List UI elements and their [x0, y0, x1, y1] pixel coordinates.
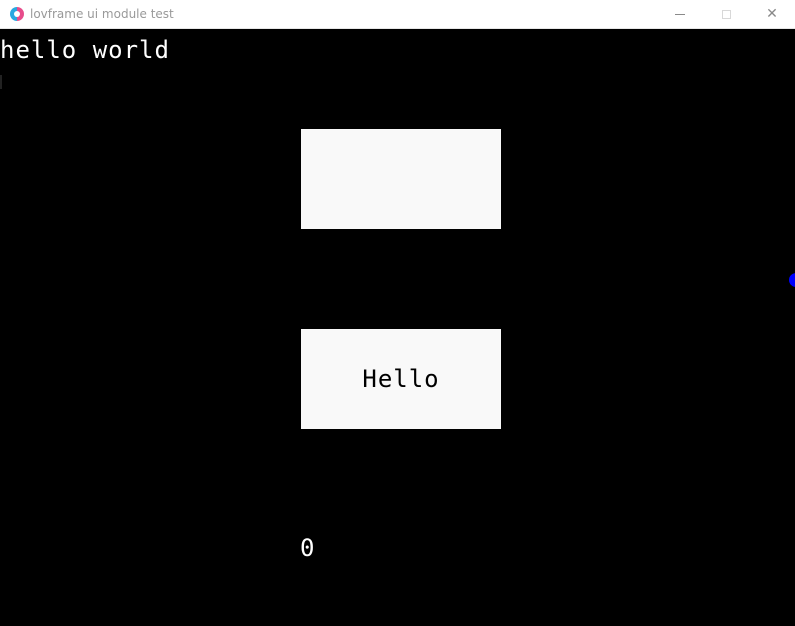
maximize-icon [721, 9, 731, 19]
minimize-icon [675, 13, 685, 15]
love-app-icon [10, 7, 24, 21]
minimize-button[interactable] [657, 0, 703, 29]
maximize-button[interactable] [703, 0, 749, 29]
close-icon: ✕ [766, 6, 778, 22]
window-title: lovframe ui module test [30, 7, 174, 21]
hello-button-label: Hello [362, 365, 440, 393]
blue-dot[interactable] [789, 273, 795, 287]
close-button[interactable]: ✕ [749, 0, 795, 29]
game-canvas: hello world Hello 0 [0, 29, 795, 626]
counter-value: 0 [300, 534, 315, 562]
window-controls: ✕ [657, 0, 795, 29]
edge-marker [0, 75, 2, 89]
app-window: lovframe ui module test ✕ hello world He… [0, 0, 795, 626]
title-bar[interactable]: lovframe ui module test ✕ [0, 0, 795, 29]
hello-world-label: hello world [0, 36, 170, 64]
hello-button[interactable]: Hello [301, 329, 501, 429]
blank-button[interactable] [301, 129, 501, 229]
